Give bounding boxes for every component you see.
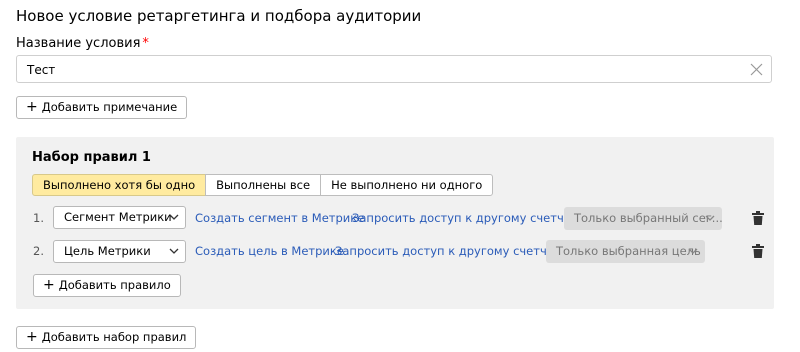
add-rule-button[interactable]: + Добавить правило (33, 274, 181, 297)
trash-icon[interactable] (752, 211, 764, 225)
add-note-label: Добавить примечание (41, 100, 178, 114)
close-icon[interactable] (750, 63, 763, 76)
rule-number: 2. (33, 244, 44, 258)
ruleset-panel: Набор правил 1 Выполнено хотя бы одно Вы… (16, 137, 774, 309)
scope-select: Только выбранный сег... (564, 207, 722, 230)
rule-type-select[interactable]: Цель Метрики (53, 240, 186, 263)
rule-type-value: Цель Метрики (64, 244, 151, 258)
request-access-link[interactable]: Запросить доступ к другому счетчику (335, 243, 568, 259)
condition-name-value: Тест (27, 63, 56, 77)
trash-icon[interactable] (752, 244, 764, 258)
retargeting-condition-form: Новое условие ретаргетинга и подбора ауд… (0, 0, 800, 352)
ruleset-title: Набор правил 1 (32, 150, 151, 165)
condition-name-label-text: Название условия (16, 36, 141, 51)
chevron-down-icon (705, 215, 715, 221)
scope-value: Только выбранная цель (556, 244, 701, 258)
plus-icon: + (43, 277, 55, 293)
rule-number: 1. (33, 211, 44, 225)
match-option-any[interactable]: Выполнено хотя бы одно (32, 174, 207, 196)
request-access-link[interactable]: Запросить доступ к другому счетчику (352, 210, 585, 226)
add-ruleset-label: Добавить набор правил (41, 330, 187, 344)
add-rule-label: Добавить правило (58, 278, 171, 292)
condition-name-input[interactable]: Тест (16, 55, 772, 83)
create-segment-link[interactable]: Создать сегмент в Метрике (195, 210, 364, 226)
plus-icon: + (26, 99, 38, 115)
match-option-all[interactable]: Выполнены все (205, 174, 322, 196)
chevron-down-icon (169, 248, 179, 254)
match-option-none[interactable]: Не выполнено ни одного (320, 174, 494, 196)
condition-name-label: Название условия * (16, 35, 149, 53)
page-title: Новое условие ретаргетинга и подбора ауд… (16, 7, 422, 25)
rule-type-value: Сегмент Метрики (64, 210, 172, 224)
required-mark: * (142, 36, 149, 51)
scope-value: Только выбранный сег... (574, 211, 722, 225)
add-note-button[interactable]: + Добавить примечание (16, 96, 188, 119)
rule-type-select[interactable]: Сегмент Метрики (53, 206, 186, 229)
add-ruleset-button[interactable]: + Добавить набор правил (16, 326, 197, 349)
chevron-down-icon (688, 248, 698, 254)
scope-select: Только выбранная цель (546, 240, 705, 263)
match-mode-radio-group: Выполнено хотя бы одно Выполнены все Не … (32, 174, 494, 196)
chevron-down-icon (169, 214, 179, 220)
plus-icon: + (26, 329, 38, 345)
create-goal-link[interactable]: Создать цель в Метрике (195, 243, 344, 259)
